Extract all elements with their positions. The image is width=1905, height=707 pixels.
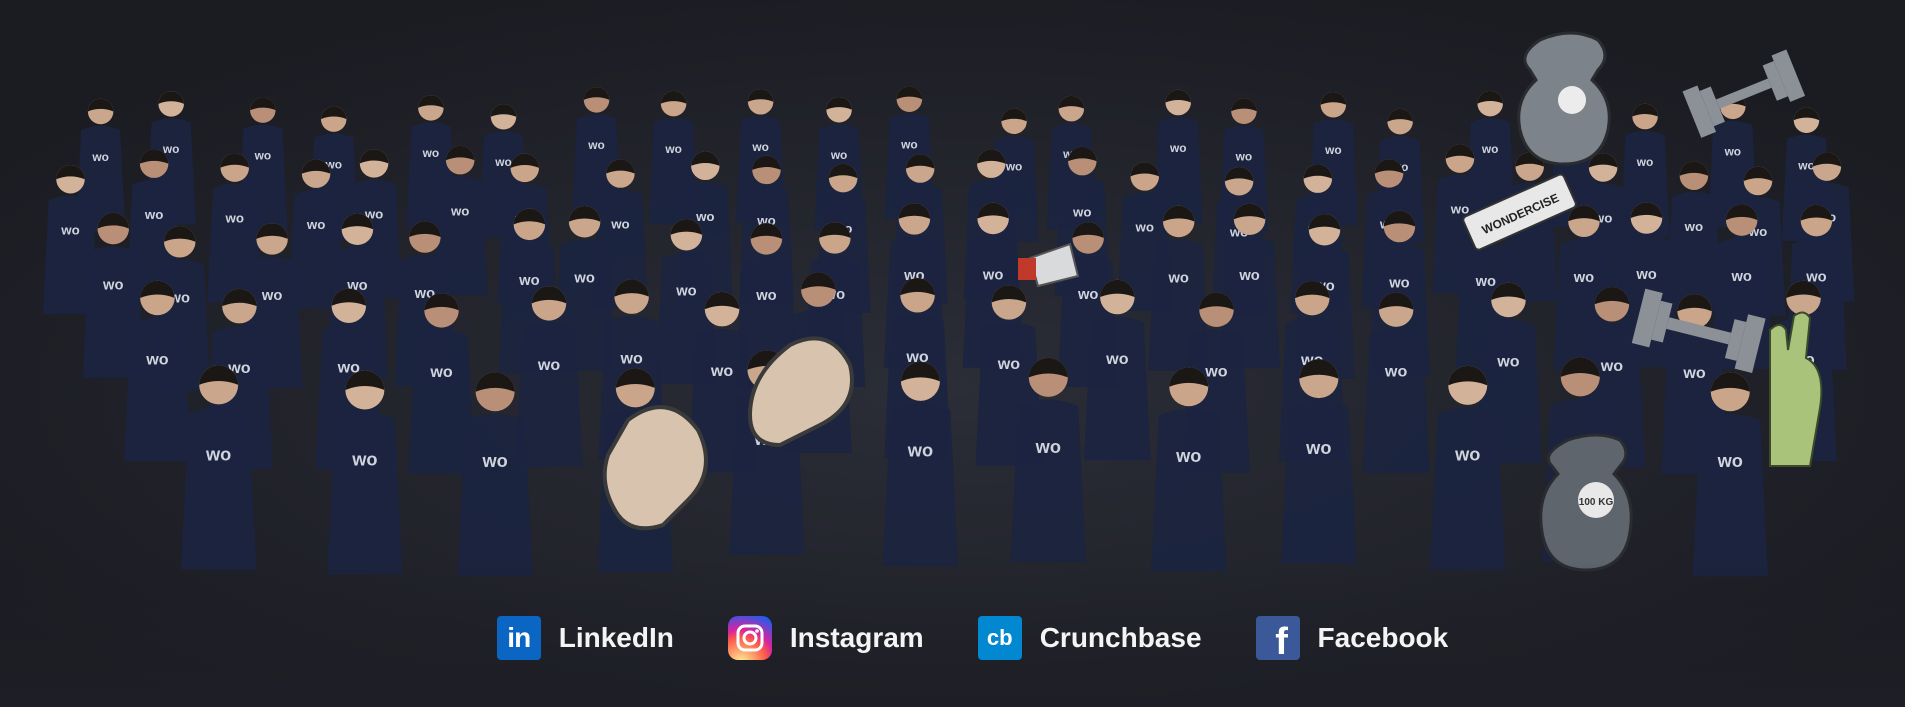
shirt-logo: wo: [1305, 438, 1331, 458]
shirt-logo: wo: [587, 138, 605, 152]
shirt-logo: wo: [422, 146, 440, 160]
shirt-logo: wo: [997, 355, 1021, 373]
shirt-logo: wo: [1724, 145, 1742, 159]
shirt-logo: wo: [102, 277, 123, 293]
shirt-logo: wo: [1035, 437, 1061, 457]
shirt-logo: wo: [225, 211, 244, 226]
crunchbase-label: Crunchbase: [1039, 622, 1202, 653]
shirt-logo: wo: [1475, 274, 1496, 290]
shirt-logo: wo: [610, 217, 629, 232]
facebook-glyph: f: [1275, 621, 1288, 663]
shirt-logo: wo: [1105, 350, 1129, 368]
shirt-logo: wo: [1169, 141, 1187, 155]
shirt-logo: wo: [710, 362, 734, 380]
shirt-logo: wo: [1450, 202, 1469, 217]
shirt-logo: wo: [573, 271, 594, 287]
shirt-logo: wo: [1324, 143, 1342, 157]
shirt-logo: wo: [518, 273, 539, 289]
shirt-logo: wo: [1454, 445, 1480, 465]
instagram-label: Instagram: [789, 622, 924, 653]
shirt-logo: wo: [755, 288, 776, 304]
social-links-bar: in LinkedIn Instagram cb Crunchbase f Fa…: [0, 612, 1905, 664]
shirt-logo: wo: [1730, 269, 1751, 285]
shirt-logo: wo: [205, 444, 231, 464]
crunchbase-icon: cb: [977, 616, 1022, 660]
shirt-logo: wo: [1388, 275, 1409, 291]
shirt-logo: wo: [900, 138, 918, 152]
linkedin-label: LinkedIn: [558, 622, 674, 653]
crunchbase-link[interactable]: cb Crunchbase: [977, 616, 1202, 660]
shirt-logo: wo: [306, 217, 325, 232]
shirt-logo: wo: [751, 140, 769, 154]
shirt-logo: wo: [261, 288, 282, 304]
shirt-logo: wo: [1204, 362, 1228, 380]
facebook-label: Facebook: [1317, 622, 1449, 653]
shirt-logo: wo: [1005, 160, 1023, 174]
shirt-logo: wo: [1635, 267, 1656, 283]
shirt-logo: wo: [1717, 451, 1743, 471]
shirt-logo: wo: [982, 267, 1003, 283]
team-photo: wo wo wo wo wo wo wo wo wo wo wo wo wo wo wo wo wo wo wo wo…: [0, 0, 1905, 707]
shirt-logo: wo: [1797, 159, 1815, 173]
facebook-link[interactable]: f Facebook: [1255, 616, 1449, 663]
kettlebell-label: 100 KG: [1579, 497, 1614, 508]
shirt-logo: wo: [145, 351, 169, 369]
shirt-logo: wo: [60, 222, 79, 237]
shirt-logo: wo: [537, 356, 561, 374]
instagram-icon: [727, 616, 772, 660]
shirt-logo: wo: [1077, 287, 1098, 303]
shirt-logo: wo: [907, 441, 933, 461]
linkedin-icon: in: [496, 616, 541, 660]
team-photo-illustration: wo wo wo wo wo wo wo wo wo wo wo wo wo wo wo wo wo wo wo wo…: [0, 0, 1905, 707]
shirt-logo: wo: [664, 142, 682, 156]
shirt-logo: wo: [1636, 155, 1654, 169]
shirt-logo: wo: [1168, 270, 1189, 286]
team-section: wo wo wo wo wo wo wo wo wo wo wo wo wo wo wo wo wo wo wo wo…: [0, 0, 1905, 707]
kettlebell-prop: [1517, 31, 1611, 166]
shirt-logo: wo: [254, 148, 272, 162]
shirt-logo: wo: [1135, 219, 1154, 234]
shirt-logo: wo: [1072, 204, 1091, 219]
shirt-logo: wo: [1481, 142, 1499, 156]
shirt-logo: wo: [1496, 353, 1520, 371]
shirt-logo: wo: [429, 363, 453, 381]
shirt-logo: wo: [481, 451, 507, 471]
shirt-logo: wo: [144, 207, 163, 222]
shirt-logo: wo: [450, 203, 469, 218]
shirt-logo: wo: [619, 349, 643, 367]
shirt-logo: wo: [1682, 364, 1706, 382]
shirt-logo: wo: [1573, 270, 1594, 286]
shirt-logo: wo: [675, 284, 696, 300]
shirt-logo: wo: [830, 148, 848, 162]
shirt-logo: wo: [1235, 150, 1253, 164]
shirt-logo: wo: [91, 150, 109, 164]
instagram-link[interactable]: Instagram: [727, 616, 924, 660]
shirt-logo: wo: [351, 449, 377, 469]
facebook-icon: f: [1255, 616, 1300, 663]
shirt-logo: wo: [1175, 446, 1201, 466]
kettlebell-prop: 100 KG: [1539, 433, 1633, 572]
linkedin-link[interactable]: in LinkedIn: [496, 616, 674, 660]
shirt-logo: wo: [494, 155, 512, 169]
shirt-logo: wo: [1238, 268, 1259, 284]
shirt-logo: wo: [1684, 219, 1703, 234]
shirt-logo: wo: [1600, 357, 1624, 375]
shirt-logo: wo: [695, 209, 714, 224]
shirt-logo: wo: [1384, 362, 1408, 380]
